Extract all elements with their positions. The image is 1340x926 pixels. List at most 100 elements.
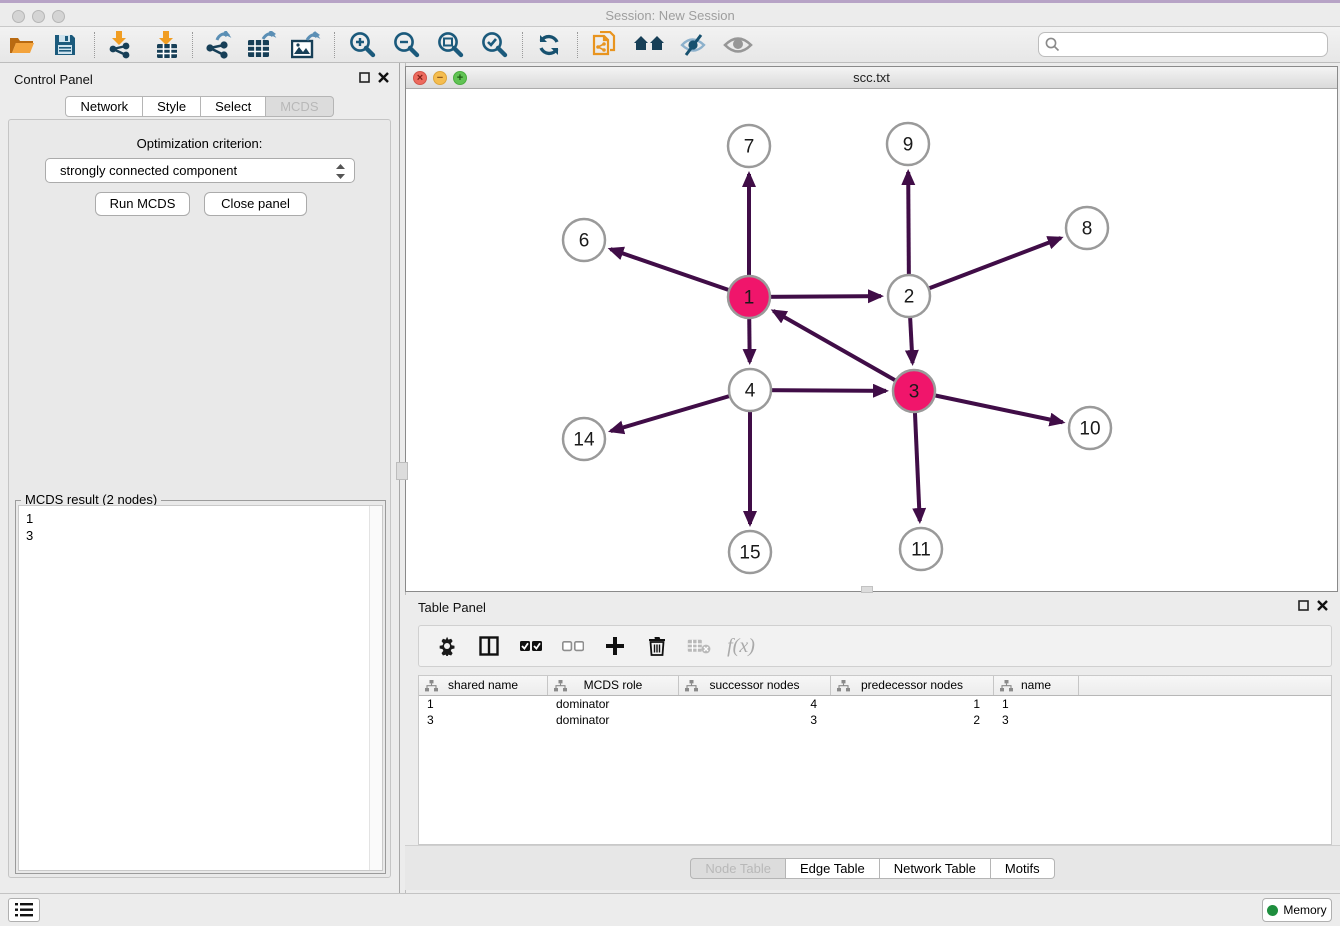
tab-network[interactable]: Network	[65, 96, 143, 117]
result-line: 1	[26, 510, 382, 527]
cell-successor-nodes[interactable]: 3	[679, 712, 831, 728]
svg-text:11: 11	[911, 540, 931, 561]
select-all-icon[interactable]	[517, 632, 545, 660]
mcds-result-text[interactable]: 1 3	[18, 505, 383, 871]
memory-label: Memory	[1283, 903, 1326, 917]
import-table-icon[interactable]	[150, 30, 182, 60]
svg-text:9: 9	[903, 135, 914, 156]
cell-predecessor-nodes[interactable]: 2	[831, 712, 994, 728]
hide-graphics-icon[interactable]	[677, 30, 709, 60]
network-view-window: × − + scc.txt 7968124314101511	[405, 66, 1338, 592]
tab-motifs[interactable]: Motifs	[991, 858, 1055, 879]
close-panel-icon[interactable]	[378, 72, 389, 83]
export-table-icon[interactable]	[246, 30, 278, 60]
network-canvas[interactable]: 7968124314101511	[406, 89, 1337, 591]
zoom-out-icon[interactable]	[390, 30, 422, 60]
tab-select[interactable]: Select	[201, 96, 266, 117]
refresh-icon[interactable]	[533, 30, 565, 60]
tab-network-table[interactable]: Network Table	[880, 858, 991, 879]
eye-icon[interactable]	[722, 30, 754, 60]
dropdown-stepper-icon	[335, 163, 346, 187]
copy-document-share-icon[interactable]	[589, 30, 621, 60]
svg-text:4: 4	[745, 381, 756, 402]
column-header-successor-nodes[interactable]: successor nodes	[679, 676, 831, 695]
memory-button[interactable]: Memory	[1262, 898, 1332, 922]
graph-svg[interactable]: 7968124314101511	[406, 89, 1337, 591]
toolbar-separator	[334, 32, 335, 58]
close-panel-button[interactable]: Close panel	[204, 192, 307, 216]
optimization-criterion-label: Optimization criterion:	[9, 136, 390, 151]
svg-text:3: 3	[909, 382, 920, 403]
table-row[interactable]: 3dominator323	[419, 712, 1331, 728]
network-view-title: scc.txt	[406, 70, 1337, 85]
run-mcds-button[interactable]: Run MCDS	[95, 192, 190, 216]
float-table-panel-icon[interactable]	[1298, 600, 1309, 611]
cell-shared-name[interactable]: 3	[419, 712, 548, 728]
column-label: predecessor nodes	[861, 678, 963, 692]
cell-name[interactable]: 1	[994, 696, 1079, 712]
column-header-predecessor-nodes[interactable]: predecessor nodes	[831, 676, 994, 695]
svg-text:10: 10	[1079, 419, 1100, 440]
node-table[interactable]: shared name MCDS role successor nodes prede…	[418, 675, 1332, 845]
graph-edge-3-10	[914, 391, 1063, 422]
delete-icon[interactable]	[643, 632, 671, 660]
function-icon: f(x)	[727, 632, 755, 660]
import-network-icon[interactable]	[103, 30, 135, 60]
zoom-fit-icon[interactable]	[434, 30, 466, 60]
selected-option-label: strongly connected component	[60, 163, 237, 178]
mcds-result-group: MCDS result (2 nodes) 1 3	[15, 500, 386, 874]
zoom-selected-icon[interactable]	[478, 30, 510, 60]
cell-name[interactable]: 3	[994, 712, 1079, 728]
add-icon[interactable]	[601, 632, 629, 660]
cell-MCDS-role[interactable]: dominator	[548, 696, 679, 712]
column-label: MCDS role	[584, 678, 643, 692]
column-header-shared-name[interactable]: shared name	[419, 676, 548, 695]
result-scrollbar[interactable]	[369, 506, 382, 870]
column-header-name[interactable]: name	[994, 676, 1079, 695]
save-icon[interactable]	[49, 30, 81, 60]
tab-mcds[interactable]: MCDS	[266, 96, 333, 117]
cell-MCDS-role[interactable]: dominator	[548, 712, 679, 728]
float-panel-icon[interactable]	[359, 72, 370, 83]
table-tabs: Node Table Edge Table Network Table Moti…	[405, 858, 1340, 879]
horizontal-splitter-grip[interactable]	[861, 586, 873, 593]
close-table-panel-icon[interactable]	[1317, 600, 1328, 611]
cell-predecessor-nodes[interactable]: 1	[831, 696, 994, 712]
export-image-icon[interactable]	[290, 30, 322, 60]
export-network-icon[interactable]	[202, 30, 234, 60]
deselect-all-icon[interactable]	[559, 632, 587, 660]
control-panel-tabs: Network Style Select MCDS	[0, 96, 399, 117]
network-window-titlebar[interactable]: × − + scc.txt	[406, 67, 1337, 89]
columns-icon[interactable]	[475, 632, 503, 660]
column-label: name	[1021, 678, 1051, 692]
tab-edge-table[interactable]: Edge Table	[786, 858, 880, 879]
mcds-panel-content: Optimization criterion: strongly connect…	[8, 119, 391, 878]
toolbar-separator	[577, 32, 578, 58]
table-row[interactable]: 1dominator411	[419, 696, 1331, 712]
homes-icon[interactable]	[633, 30, 665, 60]
table-panel-title: Table Panel	[418, 600, 486, 615]
table-panel: Table Panel f(x) shared name MCDS role suc…	[405, 595, 1340, 890]
tab-node-table[interactable]: Node Table	[690, 858, 786, 879]
tab-style[interactable]: Style	[143, 96, 201, 117]
open-folder-icon[interactable]	[6, 30, 38, 60]
memory-status-icon	[1267, 905, 1278, 916]
result-line: 3	[26, 527, 382, 544]
cell-successor-nodes[interactable]: 4	[679, 696, 831, 712]
task-history-button[interactable]	[8, 898, 40, 922]
table-toolbar: f(x)	[418, 625, 1332, 667]
graph-edge-3-1	[773, 311, 914, 391]
zoom-in-icon[interactable]	[346, 30, 378, 60]
optimization-criterion-select[interactable]: strongly connected component	[45, 158, 355, 183]
cell-shared-name[interactable]: 1	[419, 696, 548, 712]
vertical-splitter-grip[interactable]	[396, 462, 408, 480]
svg-text:14: 14	[573, 430, 595, 451]
table-body[interactable]: 1dominator4113dominator323	[419, 696, 1331, 728]
destroy-table-icon	[685, 632, 713, 660]
column-header-MCDS-role[interactable]: MCDS role	[548, 676, 679, 695]
svg-text:8: 8	[1082, 219, 1093, 240]
search-input[interactable]	[1038, 32, 1328, 57]
toolbar-separator	[94, 32, 95, 58]
table-header-row[interactable]: shared name MCDS role successor nodes prede…	[419, 676, 1331, 696]
gear-icon[interactable]	[433, 632, 461, 660]
